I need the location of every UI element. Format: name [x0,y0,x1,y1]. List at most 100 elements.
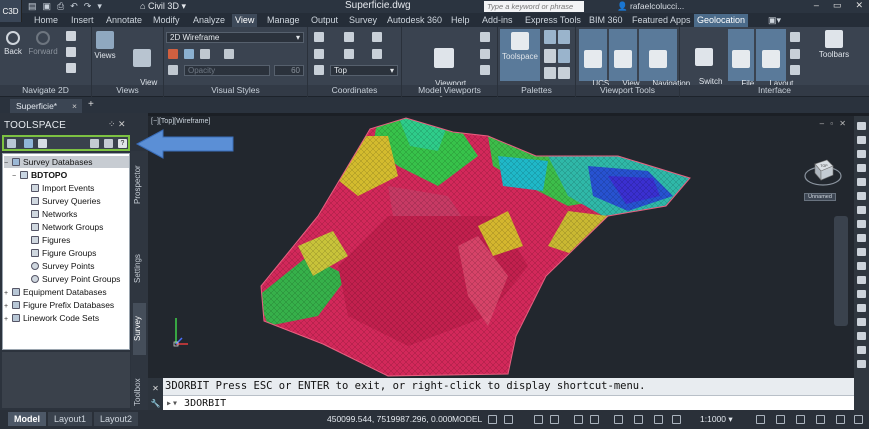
viewport-controls-label[interactable]: [−][Top][Wireframe] [151,118,210,125]
restore-viewports-icon[interactable] [480,65,490,75]
layout-tab-layout2[interactable]: Layout2 [94,412,139,426]
save-icon[interactable]: ▣ [43,1,52,12]
command-input[interactable]: ▸▾ 3DORBIT [163,395,854,410]
tab-express-tools[interactable]: Express Tools [522,14,584,27]
design-center-icon[interactable] [544,49,556,63]
cascade-icon[interactable] [790,65,800,75]
transparency-icon[interactable] [634,415,643,424]
minimize-button[interactable]: – [814,0,819,11]
tool-strip-icon[interactable] [857,248,866,256]
highlight-icon[interactable] [200,49,210,59]
xray-icon[interactable] [168,65,178,75]
toolbars-button[interactable]: Toolbars [814,30,854,59]
undo-icon[interactable]: ↶ [70,1,78,12]
markup-icon[interactable] [544,67,556,79]
ucs-icon-button[interactable]: UCS Icon [579,29,609,97]
opacity-value[interactable]: 60 [274,65,304,76]
tree-node-import-events[interactable]: Import Events [31,182,94,194]
isolate-objects-icon[interactable] [796,415,805,424]
search-input[interactable]: Type a keyword or phrase [484,1,584,12]
toolspace-button[interactable]: Toolspace [500,29,540,81]
tab-survey-vertical[interactable]: Survey [133,303,146,355]
tool-strip-icon[interactable] [857,178,866,186]
lineweight-icon[interactable] [614,415,623,424]
command-line-handle[interactable]: ✕ 🔧 [148,378,163,410]
survey-settings-icon[interactable] [38,139,47,148]
tree-node-equipment-databases[interactable]: + Equipment Databases [4,286,107,298]
tab-featured-apps[interactable]: Featured Apps [629,14,694,27]
tool-strip-icon[interactable] [857,164,866,172]
visual-style-dropdown[interactable]: 2D Wireframe ▾ [166,32,304,43]
tool-strip-icon[interactable] [857,332,866,340]
tab-modify[interactable]: Modify [150,14,183,27]
sheet-set-icon[interactable] [558,49,570,63]
tree-node-figures[interactable]: Figures [31,234,70,246]
ucs-y-icon[interactable] [344,49,354,59]
tool-strip-icon[interactable] [857,206,866,214]
command-line-icon[interactable] [558,67,570,79]
toolbar-options-icon[interactable] [90,139,99,148]
file-tab-superficie[interactable]: Superficie* × [10,99,82,113]
tool-strip-icon[interactable] [857,290,866,298]
tab-help[interactable]: Help [448,14,473,27]
hardware-acceleration-icon[interactable] [816,415,825,424]
tool-strip-icon[interactable] [857,360,866,368]
orbit-icon[interactable] [66,63,76,73]
tree-node-linework-code-sets[interactable]: + Linework Code Sets [4,312,99,324]
osnap-icon[interactable] [574,415,583,424]
print-icon[interactable]: ⎙ [57,1,64,12]
shading-icon[interactable] [168,49,178,59]
navigation-bar[interactable] [834,216,848,326]
viewport-window-controls[interactable]: – ▫ ✕ [820,119,848,128]
properties-palette-icon[interactable] [544,30,556,44]
user-account[interactable]: 👤 rafaelcolucci... [617,1,684,12]
tab-add-ins[interactable]: Add-ins [479,14,516,27]
selection-cycling-icon[interactable] [654,415,663,424]
tab-annotate[interactable]: Annotate [103,14,145,27]
tree-node-survey-databases[interactable]: − Survey Databases [4,156,129,168]
maximize-button[interactable]: ▭ [833,0,842,11]
tool-strip-icon[interactable] [857,136,866,144]
tool-strip-icon[interactable] [857,122,866,130]
polar-icon[interactable] [550,415,559,424]
redo-icon[interactable]: ↷ [84,1,92,12]
toolspace-close-icon[interactable]: ⁘ ✕ [108,119,126,130]
tool-strip-icon[interactable] [857,318,866,326]
tab-manage[interactable]: Manage [264,14,303,27]
tab-prospector[interactable]: Prospector [133,159,146,211]
tree-node-survey-queries[interactable]: Survey Queries [31,195,101,207]
named-viewports-icon[interactable] [480,32,490,42]
ucs-x-icon[interactable] [314,49,324,59]
tile-horizontal-icon[interactable] [790,32,800,42]
ucs-origin-icon[interactable] [372,32,382,42]
layout-tab-layout1[interactable]: Layout1 [48,412,93,426]
edges-icon[interactable] [184,49,194,59]
named-view-dropdown[interactable]: Unnamed [804,193,836,201]
otrack-icon[interactable] [590,415,599,424]
clean-screen-icon[interactable] [836,415,845,424]
tile-vertical-icon[interactable] [790,49,800,59]
wrench-icon[interactable]: 🔧 [148,399,163,408]
customize-menu-icon[interactable] [854,415,863,424]
drawing-viewport[interactable]: [−][Top][Wireframe] – ▫ ✕ TOP Unnamed [148,116,854,378]
tree-node-networks[interactable]: Networks [31,208,77,220]
tree-node-survey-point-groups[interactable]: Survey Point Groups [31,273,120,285]
tool-strip-icon[interactable] [857,262,866,270]
view-cube-button[interactable]: View Cube [609,29,640,97]
ucs-3point-icon[interactable] [314,65,324,75]
tab-autodesk-360[interactable]: Autodesk 360 [384,14,445,27]
tool-strip-icon[interactable] [857,192,866,200]
snap-icon[interactable] [504,415,513,424]
help-icon[interactable]: ? [118,139,127,148]
tab-survey[interactable]: Survey [346,14,380,27]
annotation-visibility-icon[interactable] [672,415,681,424]
application-menu-button[interactable]: C3D [0,0,22,22]
tab-bim-360[interactable]: BIM 360 [586,14,626,27]
tool-strip-icon[interactable] [857,304,866,312]
ribbon-minimize-icon[interactable]: ▣▾ [765,14,784,27]
folder-icon[interactable]: ▤ [28,1,37,12]
named-ucs-dropdown[interactable]: Top ▾ [330,65,398,76]
tool-palettes-icon[interactable] [558,30,570,44]
close-button[interactable]: ✕ [855,0,863,11]
layout-tabs-button[interactable]: Layout Tabs [756,29,793,97]
